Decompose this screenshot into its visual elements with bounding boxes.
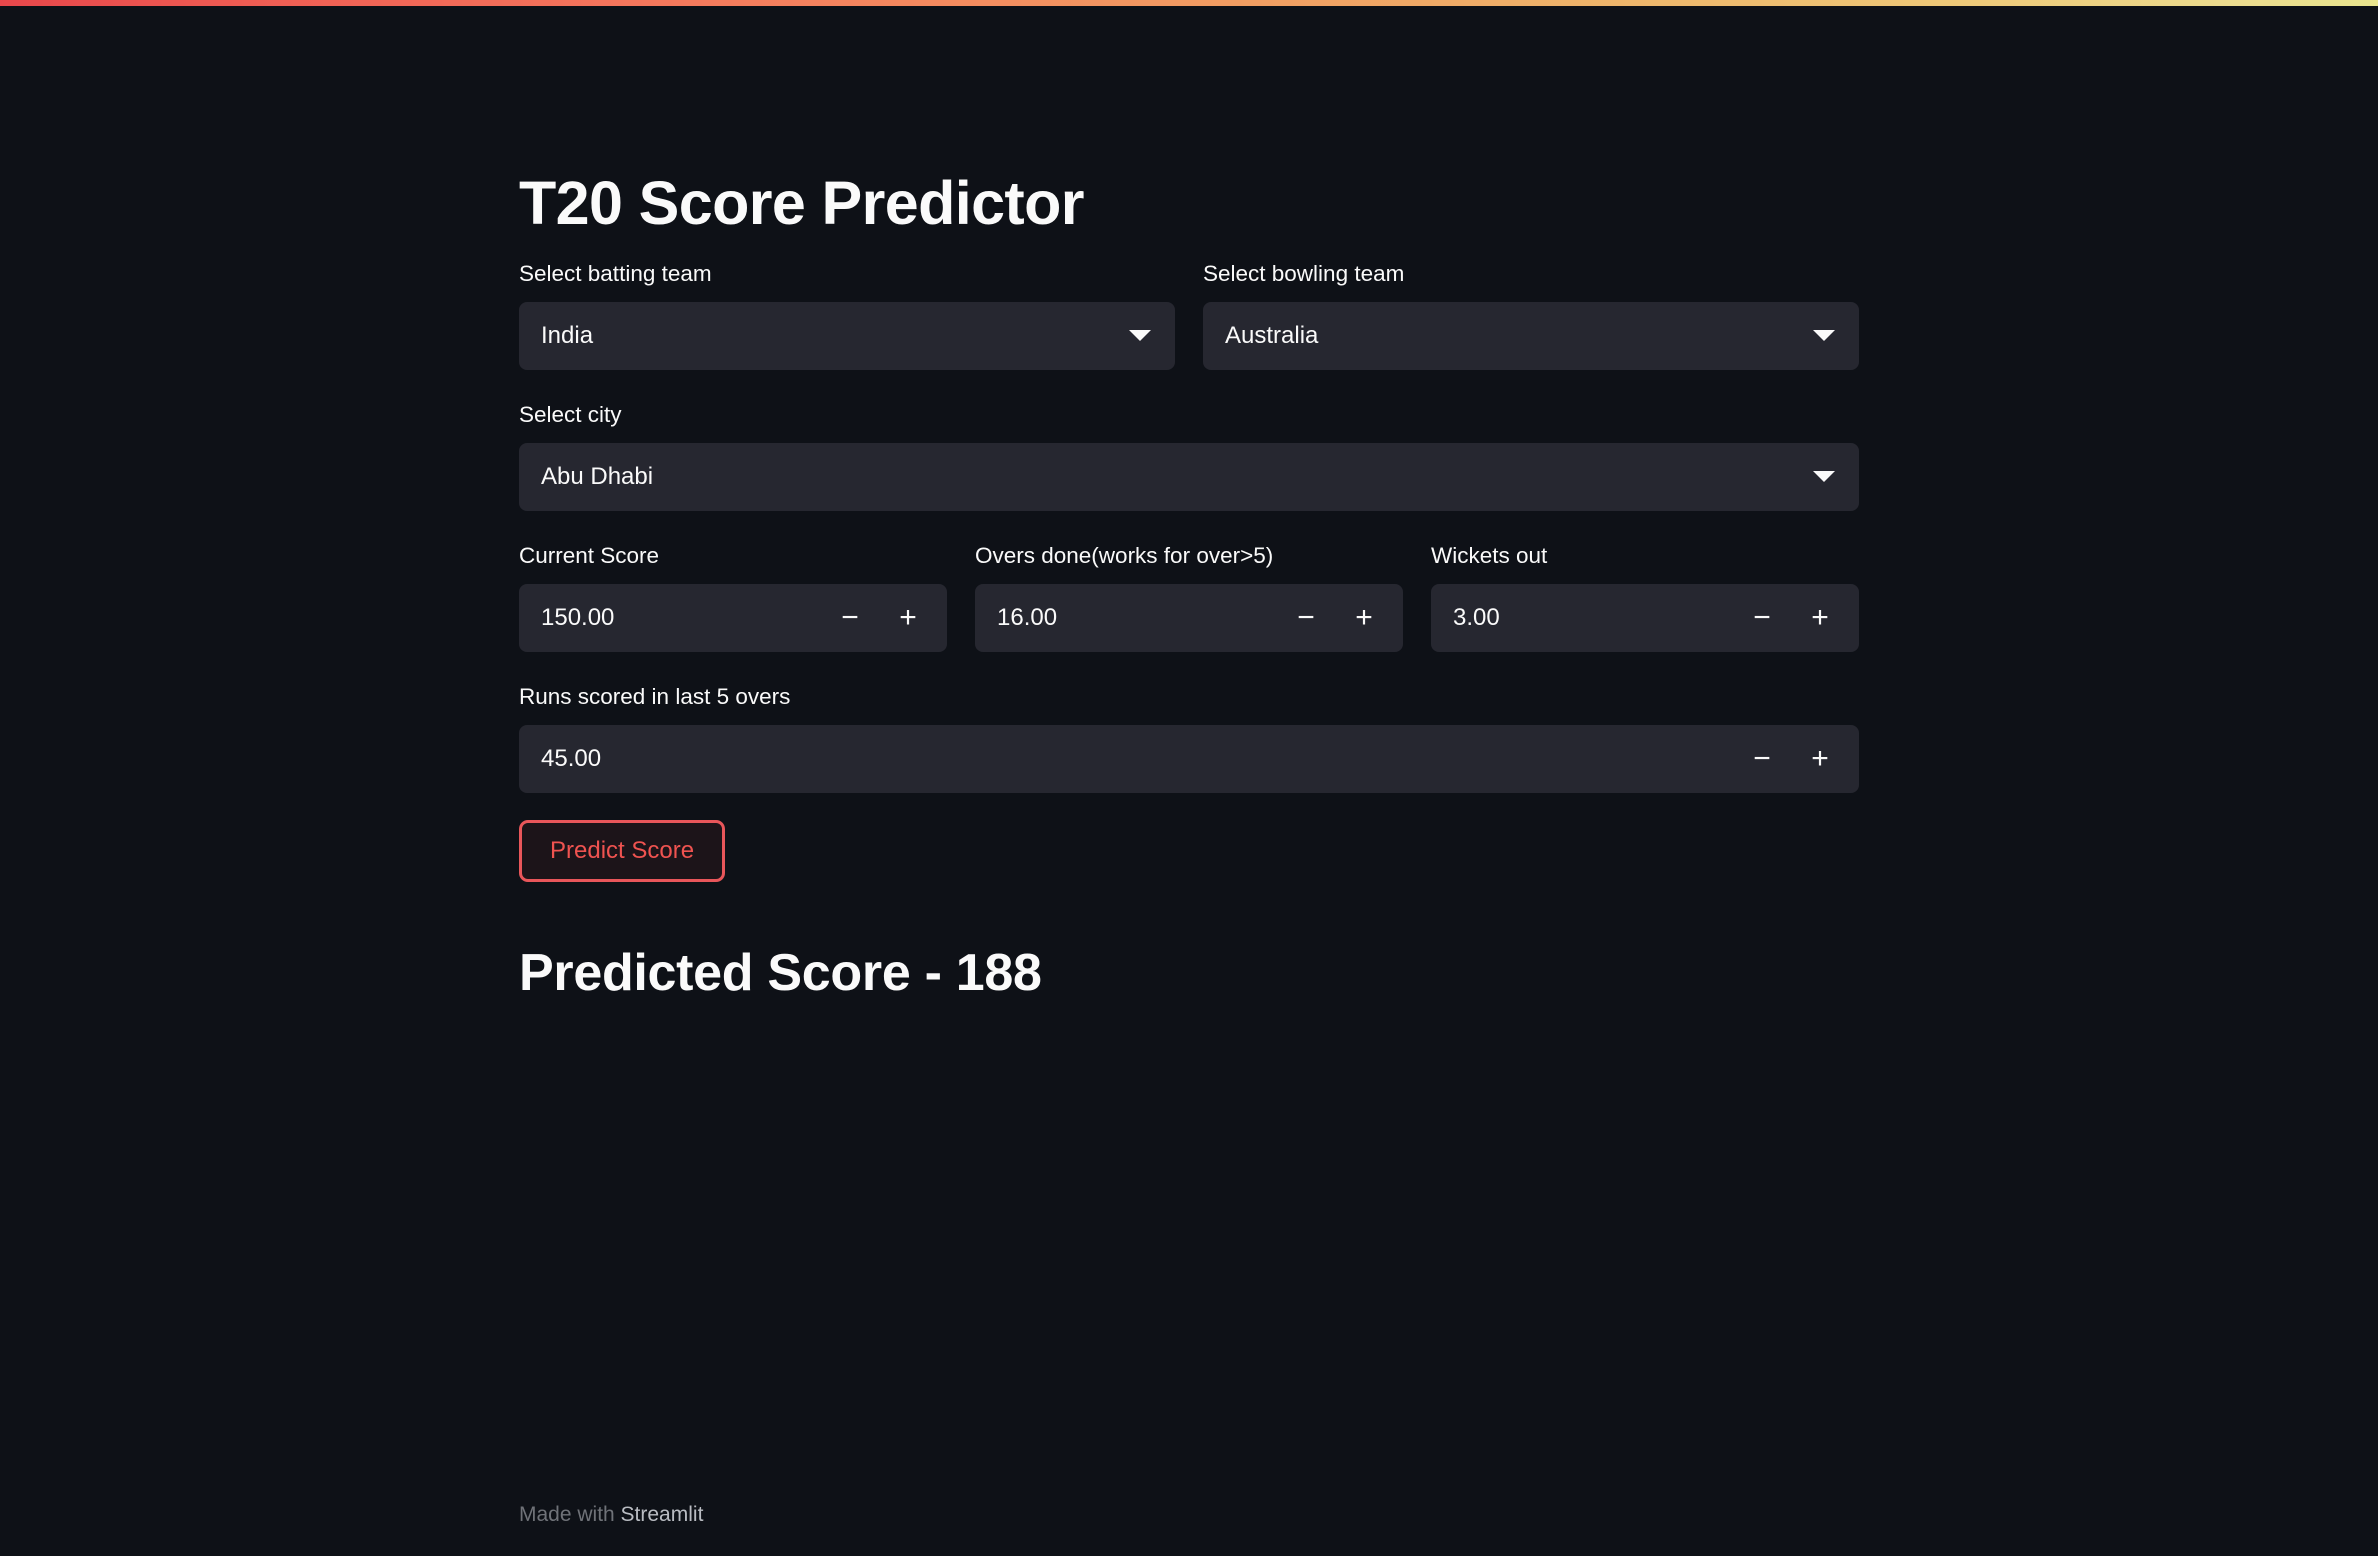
overs-done-increment-button[interactable]: + <box>1343 594 1385 642</box>
chevron-down-icon[interactable] <box>1129 330 1151 342</box>
current-score-decrement-button[interactable]: − <box>829 594 871 642</box>
runs-last-5-increment-button[interactable]: + <box>1799 735 1841 783</box>
city-column: Select city Abu Dhabi <box>519 397 1859 511</box>
chevron-down-icon[interactable] <box>1813 471 1835 483</box>
current-score-stepper-buttons: − + <box>829 594 929 642</box>
predict-score-button[interactable]: Predict Score <box>519 819 726 882</box>
batting-team-value: India <box>541 321 594 349</box>
bowling-team-select[interactable]: Australia <box>1203 301 1859 370</box>
city-select[interactable]: Abu Dhabi <box>519 442 1859 511</box>
bowling-team-column: Select bowling team Australia <box>1203 256 1859 370</box>
runs-last-5-row: Runs scored in last 5 overs 45.00 − + <box>519 679 1859 793</box>
overs-done-input[interactable]: 16.00 <box>997 604 1285 632</box>
wickets-out-label: Wickets out <box>1431 542 1548 568</box>
overs-done-column: Overs done(works for over>5) 16.00 − + <box>975 538 1403 652</box>
runs-last-5-label: Runs scored in last 5 overs <box>519 683 791 709</box>
runs-last-5-stepper[interactable]: 45.00 − + <box>519 724 1859 793</box>
overs-done-decrement-button[interactable]: − <box>1285 594 1327 642</box>
runs-last-5-column: Runs scored in last 5 overs 45.00 − + <box>519 679 1859 793</box>
current-score-column: Current Score 150.00 − + <box>519 538 947 652</box>
footer: Made with Streamlit <box>519 1498 1859 1532</box>
wickets-out-stepper-buttons: − + <box>1741 594 1841 642</box>
runs-last-5-decrement-button[interactable]: − <box>1741 735 1783 783</box>
bowling-team-label: Select bowling team <box>1203 260 1405 286</box>
overs-done-stepper[interactable]: 16.00 − + <box>975 583 1403 652</box>
current-score-stepper[interactable]: 150.00 − + <box>519 583 947 652</box>
footer-made-with-text: Made with <box>519 1503 621 1527</box>
match-state-row: Current Score 150.00 − + Overs done(work… <box>519 538 1859 652</box>
city-row: Select city Abu Dhabi <box>519 397 1859 511</box>
streamlit-link[interactable]: Streamlit <box>621 1503 704 1526</box>
city-value: Abu Dhabi <box>541 462 654 490</box>
current-score-increment-button[interactable]: + <box>887 594 929 642</box>
wickets-out-stepper[interactable]: 3.00 − + <box>1431 583 1859 652</box>
overs-done-stepper-buttons: − + <box>1285 594 1385 642</box>
current-score-label: Current Score <box>519 542 660 568</box>
city-label: Select city <box>519 401 622 427</box>
app-root: T20 Score Predictor Select batting team … <box>0 0 2378 1556</box>
runs-last-5-stepper-buttons: − + <box>1741 735 1841 783</box>
batting-team-label: Select batting team <box>519 260 712 286</box>
predict-button-row: Predict Score <box>519 819 1859 882</box>
chevron-down-icon[interactable] <box>1813 330 1835 342</box>
wickets-out-input[interactable]: 3.00 <box>1453 604 1741 632</box>
wickets-out-increment-button[interactable]: + <box>1799 594 1841 642</box>
wickets-out-column: Wickets out 3.00 − + <box>1431 538 1859 652</box>
runs-last-5-input[interactable]: 45.00 <box>541 745 1741 773</box>
page-title: T20 Score Predictor <box>519 169 1085 237</box>
overs-done-label: Overs done(works for over>5) <box>975 542 1274 568</box>
batting-team-column: Select batting team India <box>519 256 1175 370</box>
main-content: T20 Score Predictor Select batting team … <box>519 6 1859 1004</box>
wickets-out-decrement-button[interactable]: − <box>1741 594 1783 642</box>
bowling-team-value: Australia <box>1225 321 1319 349</box>
teams-row: Select batting team India Select bowling… <box>519 256 1859 370</box>
current-score-input[interactable]: 150.00 <box>541 604 829 632</box>
predicted-score-heading: Predicted Score - 188 <box>519 943 1042 1002</box>
batting-team-select[interactable]: India <box>519 301 1175 370</box>
